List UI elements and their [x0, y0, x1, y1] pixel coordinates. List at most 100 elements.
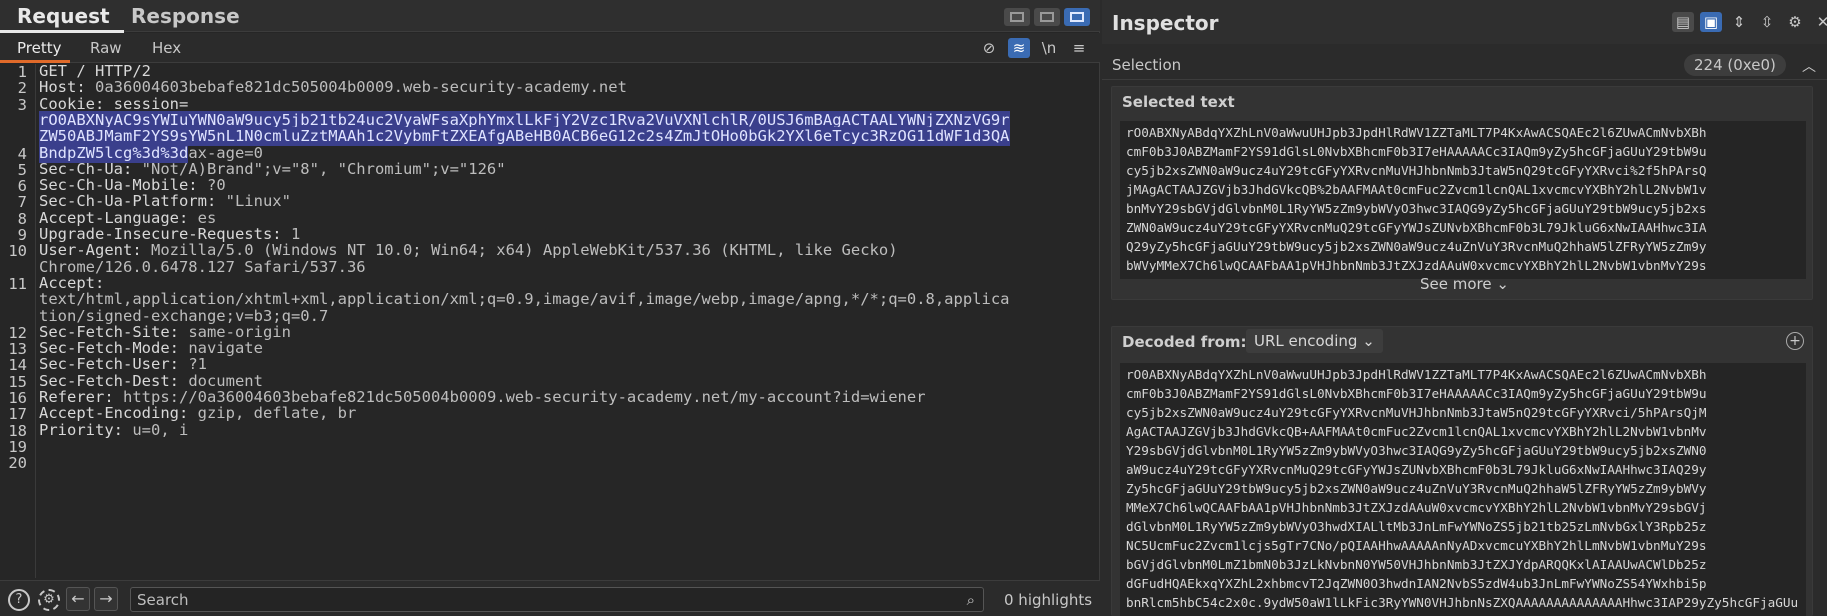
layout-tabs-icon[interactable]: [1064, 8, 1090, 26]
header-value: max-age=0: [178, 143, 263, 162]
header-value: 0a36004603bebafe821dc505004b0009.web-sec…: [95, 78, 627, 97]
line-number: 13: [8, 340, 27, 359]
tab-response[interactable]: Response: [131, 4, 240, 28]
back-arrow-icon[interactable]: ←: [66, 587, 90, 611]
header-name: Accept:: [39, 273, 114, 292]
selection-chevron-up-icon[interactable]: ︿: [1802, 56, 1816, 76]
request-line: Priority: u=0, i: [39, 421, 188, 440]
header-name: Sec-Fetch-Mode:: [39, 339, 189, 358]
header-name: Sec-Ch-Ua-Mobile:: [39, 176, 207, 195]
header-name: Sec-Fetch-User:: [39, 355, 189, 374]
decoded-content[interactable]: rO0ABXNyABdqYXZhLnV0aWwuUHJpb3JpdHlRdWV1…: [1120, 363, 1806, 616]
header-value: ?1: [188, 355, 207, 374]
base64-line: dGlvbnM0L1RyYW5zZm9ybWVyO3hwdXIALltMb3Jn…: [1126, 519, 1707, 534]
base64-line: bnMvY29sbGVjdGlvbnM0L1RyYW5zZm9ybWVyO3hw…: [1126, 201, 1707, 216]
header-name: Priority:: [39, 420, 133, 439]
header-name: Sec-Fetch-Site:: [39, 322, 189, 341]
help-icon[interactable]: ?: [8, 589, 30, 611]
request-response-tabs: Request Response: [0, 0, 1100, 33]
line-number: 11: [8, 274, 27, 293]
encoding-select[interactable]: URL encoding ⌄: [1246, 329, 1383, 353]
header-value: https://0a36004603bebafe821dc505004b0009…: [123, 388, 926, 406]
layout-side-by-side-icon[interactable]: [1004, 8, 1030, 26]
hide-nonprintable-icon[interactable]: ⊘: [978, 38, 1000, 58]
search-input[interactable]: [137, 590, 937, 610]
line-number: 20: [8, 454, 27, 473]
base64-line: AgACTAAJZGVjb3JhdGVkcQB+AAFMAAt0cmFuc2Zv…: [1126, 424, 1707, 439]
line-number: 9: [17, 226, 27, 244]
base64-line: bnRlcm5hbC54c2x0c.9ydW50aW1lLkFic3RyYWN0…: [1126, 595, 1799, 610]
line-number: 6: [17, 177, 27, 196]
header-value: same-origin: [188, 322, 291, 341]
request-pane: Request Response Pretty Raw Hex ⊘ ≋ \n ≡…: [0, 0, 1100, 616]
menu-icon[interactable]: ≡: [1068, 38, 1090, 58]
inspector-title: Inspector: [1112, 11, 1219, 35]
base64-line: bWVyMMeX7Ch6lwQCAAFbAA1pVHJhbnNmb3JtZXJz…: [1126, 258, 1707, 273]
newline-toggle[interactable]: \n: [1038, 38, 1060, 58]
header-name: Cookie: session=: [39, 94, 189, 113]
header-value: gzip, deflate, br: [197, 404, 357, 423]
header-name: Sec-Ch-Ua-Platform:: [39, 192, 226, 211]
layout-stacked-icon[interactable]: [1034, 8, 1060, 26]
header-value: tion/signed-exchange;v=b3;q=0.7: [39, 306, 329, 325]
tab-raw[interactable]: Raw: [90, 39, 122, 57]
view-tabs: Pretty Raw Hex ⊘ ≋ \n ≡: [0, 33, 1100, 63]
selected-cookie-value[interactable]: BndpZW5lcg%3d%3d: [39, 143, 189, 163]
base64-line: cy5jb2xsZWN0aW9ucz4uY29tcGFyYXRvcnMuVHJh…: [1126, 163, 1707, 178]
header-name: Accept-Encoding:: [39, 404, 198, 423]
base64-line: MMeX7Ch6lwQCAAFbAA1pVHJhbnNmb3JtZXJzdAAu…: [1126, 500, 1707, 515]
close-icon[interactable]: ✕: [1812, 12, 1827, 32]
selection-row[interactable]: Selection 224 (0xe0) ︿: [1102, 50, 1827, 80]
base64-line: Zy5hcGFjaGUuY29tbW9ucy5jb2xsZWN0aW9ucz4u…: [1126, 481, 1707, 496]
selection-size-badge: 224 (0xe0): [1684, 54, 1786, 76]
forward-arrow-icon[interactable]: →: [94, 587, 118, 611]
base64-line: bGVjdGlvbnM0LmZ1bmN0b3JzLkNvbnN0YW50VHJh…: [1126, 557, 1707, 572]
line-number: 12: [8, 323, 27, 342]
see-more-link[interactable]: See more ⌄: [1420, 275, 1509, 293]
add-decoding-icon[interactable]: +: [1786, 332, 1804, 350]
expand-all-icon[interactable]: ⇕: [1728, 12, 1750, 32]
inspector-tools: ▤ ▣ ⇕ ⇳ ⚙ ✕: [1672, 12, 1827, 32]
line-number: 1: [17, 63, 27, 81]
base64-line: cy5jb2xsZWN0aW9ucz4uY29tcGFyYXRvcnMuVHJh…: [1126, 405, 1707, 420]
selected-text-content[interactable]: rO0ABXNyABdqYXZhLnV0aWwuUHJpb3JpdHlRdWV1…: [1120, 121, 1806, 279]
line-number: 19: [8, 437, 27, 456]
pretty-print-icon[interactable]: ≋: [1008, 38, 1030, 58]
base64-line: cmF0b3J0ABZMamF2YS91dGlsL0NvbXBhcmF0b3I7…: [1126, 386, 1707, 401]
highlights-count: 0 highlights: [1004, 591, 1093, 609]
header-value: "Linux": [225, 192, 291, 211]
encoding-value: URL encoding: [1254, 332, 1358, 350]
chevron-down-icon: ⌄: [1496, 275, 1509, 293]
decoded-from-title: Decoded from:: [1122, 333, 1247, 351]
tab-pretty[interactable]: Pretty: [17, 39, 62, 57]
tab-hex[interactable]: Hex: [152, 39, 181, 57]
tab-request[interactable]: Request: [17, 4, 110, 28]
inspector-settings-icon[interactable]: ⚙: [1784, 12, 1806, 32]
request-editor[interactable]: 1 2 3 4 5 6 7 8 9 10 11 12 13 14 15 16 17 18 19 20 GET / HT…: [0, 62, 1100, 578]
base64-line: Q29yZy5hcGFjaGUuY29tbW9ucy5jb2xsZWN0aW9u…: [1126, 239, 1707, 254]
dropdown-chevron-icon: ⌄: [1362, 332, 1375, 350]
header-value: u=0, i: [132, 420, 189, 439]
header-value: 1: [290, 225, 301, 243]
decoded-from-panel: Decoded from: URL encoding ⌄ + rO0ABXNyA…: [1111, 326, 1813, 616]
settings-gear-icon[interactable]: ⚙: [38, 589, 60, 611]
header-value: ?0: [206, 176, 226, 195]
selected-text-panel: Selected text rO0ABXNyABdqYXZhLnV0aWwuUH…: [1111, 86, 1813, 300]
inspector-layout-icon[interactable]: ▤: [1672, 12, 1694, 32]
layout-buttons: [1004, 8, 1090, 26]
base64-line: aW9ucz4uY29tcGFyYXRvcnMuQ29tcGFyYWJsZUNv…: [1126, 462, 1707, 477]
line-number: 4: [17, 144, 27, 163]
base64-line: NC5UcmFuc2Zvcm1lcjs5gTr7CNo/pQIAAHhwAAAA…: [1126, 538, 1707, 553]
inspector-layout-active-icon[interactable]: ▣: [1700, 12, 1722, 32]
base64-line: rO0ABXNyABdqYXZhLnV0aWwuUHJpb3JpdHlRdWV1…: [1126, 367, 1707, 382]
see-more-label: See more: [1420, 275, 1492, 293]
line-number: 14: [8, 356, 27, 375]
line-number: 10: [8, 242, 27, 261]
line-number: 17: [8, 405, 27, 424]
line-number: 5: [17, 160, 27, 179]
header-name: Host:: [39, 78, 95, 97]
base64-line: Y29sbGVjdGlvbnM0L1RyYW5zZm9ybWVyO3hwc3IA…: [1126, 443, 1707, 458]
header-name: Accept-Language:: [39, 208, 198, 227]
line-number: 18: [8, 421, 27, 440]
collapse-all-icon[interactable]: ⇳: [1756, 12, 1778, 32]
